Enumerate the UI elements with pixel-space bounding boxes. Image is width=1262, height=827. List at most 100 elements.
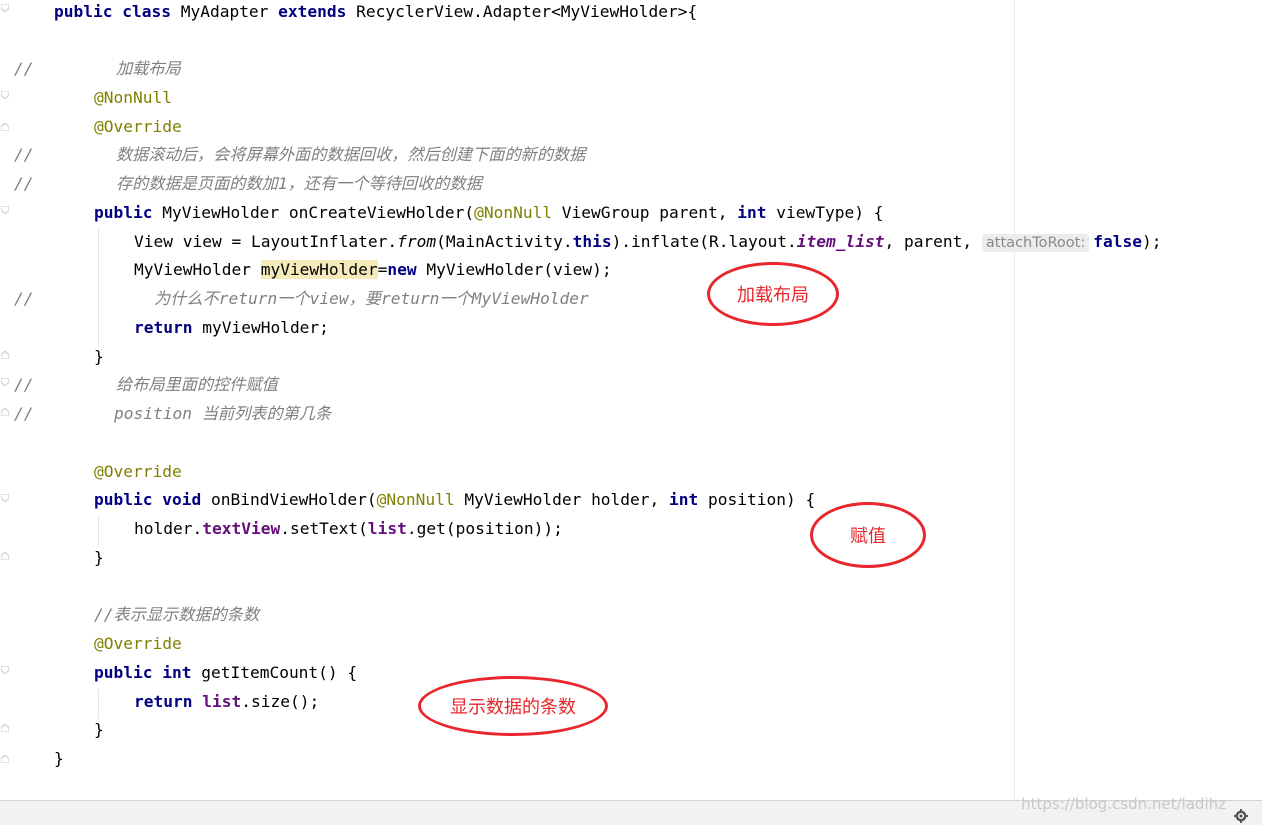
fold-marker-icon[interactable]	[1, 552, 9, 560]
code-line[interactable]: View view = LayoutInflater.from(MainActi…	[134, 230, 1161, 254]
field-name: list	[202, 692, 242, 711]
code-text: .setText(	[280, 519, 368, 538]
code-line[interactable]: holder.textView.setText(list.get(positio…	[134, 517, 563, 541]
code-line[interactable]: 给布局里面的控件赋值	[116, 373, 278, 397]
fold-marker-icon[interactable]	[1, 408, 9, 416]
code-text: }	[94, 347, 104, 366]
comment-slashes: //	[14, 59, 34, 78]
indent-guide	[98, 689, 99, 719]
code-text: MyViewHolder onCreateViewHolder(	[152, 203, 475, 222]
static-method: from	[397, 232, 437, 251]
fold-marker-icon[interactable]	[1, 351, 9, 359]
keyword: class	[122, 2, 171, 21]
code-text: .size();	[241, 692, 320, 711]
keyword: new	[387, 260, 417, 279]
code-text: ViewGroup parent,	[552, 203, 738, 222]
keyword: int	[737, 203, 767, 222]
code-line[interactable]: }	[94, 546, 104, 570]
code-text: MyViewHolder	[134, 260, 261, 279]
keyword: int	[162, 663, 192, 682]
annotation-callout-assign: 赋值	[810, 502, 926, 568]
code-text: position) {	[698, 490, 816, 509]
fold-marker-icon[interactable]	[1, 123, 9, 131]
code-line[interactable]: //	[14, 57, 34, 81]
code-text: View view = LayoutInflater.	[134, 232, 398, 251]
code-text: .get(position));	[406, 519, 563, 538]
code-line[interactable]: //	[14, 287, 34, 311]
static-field: item_list	[796, 232, 885, 251]
comment-text: 为什么不return一个view，要return一个MyViewHolder	[154, 289, 589, 308]
annotation: @Override	[94, 117, 182, 136]
code-line[interactable]: 加载布局	[116, 57, 181, 81]
comment-slashes: //	[14, 404, 34, 423]
fold-marker-icon[interactable]	[1, 666, 9, 674]
code-line[interactable]: //	[14, 373, 34, 397]
code-line[interactable]: position 当前列表的第几条	[114, 402, 331, 426]
code-text: myViewHolder;	[192, 318, 329, 337]
code-text: );	[1141, 232, 1162, 251]
editor-gutter	[0, 0, 13, 800]
code-line[interactable]: public void onBindViewHolder(@NonNull My…	[94, 488, 815, 512]
code-text: MyViewHolder holder,	[454, 490, 670, 509]
comment-text: 给布局里面的控件赋值	[116, 375, 278, 394]
code-text: holder.	[134, 519, 203, 538]
keyword: public	[94, 490, 153, 509]
fold-marker-icon[interactable]	[1, 206, 9, 214]
indent-guide	[98, 516, 99, 546]
callout-label: 加载布局	[737, 285, 809, 306]
code-text: =	[377, 260, 388, 279]
code-line[interactable]: 存的数据是页面的数加1，还有一个等待回收的数据	[116, 172, 482, 196]
fold-marker-icon[interactable]	[1, 755, 9, 763]
code-editor[interactable]: public class MyAdapter extends RecyclerV…	[0, 0, 1262, 800]
code-text: getItemCount() {	[191, 663, 358, 682]
code-line[interactable]: return myViewHolder;	[134, 316, 329, 340]
keyword: this	[572, 232, 612, 251]
code-line[interactable]: //	[14, 402, 34, 426]
code-text: }	[94, 548, 104, 567]
code-line[interactable]: }	[54, 747, 64, 771]
code-line[interactable]: @Override	[94, 460, 182, 484]
callout-label: 赋值	[850, 526, 886, 547]
keyword: int	[669, 490, 699, 509]
highlighted-variable[interactable]: myViewHolder	[260, 260, 378, 279]
comment-slashes: //	[14, 174, 34, 193]
code-text: MyViewHolder(view);	[416, 260, 612, 279]
code-line[interactable]: }	[94, 345, 104, 369]
fold-marker-icon[interactable]	[1, 91, 9, 99]
fold-marker-icon[interactable]	[1, 4, 9, 12]
code-line[interactable]: return list.size();	[134, 690, 319, 714]
code-line[interactable]: //表示显示数据的条数	[94, 603, 259, 627]
fold-marker-icon[interactable]	[1, 494, 9, 502]
gear-icon[interactable]	[1234, 808, 1248, 827]
code-line[interactable]: MyViewHolder myViewHolder=new MyViewHold…	[134, 258, 612, 282]
comment-slashes: //	[14, 145, 34, 164]
code-line[interactable]: public class MyAdapter extends RecyclerV…	[54, 0, 697, 24]
code-line[interactable]: public MyViewHolder onCreateViewHolder(@…	[94, 201, 883, 225]
code-text: onBindViewHolder(	[201, 490, 377, 509]
code-line[interactable]: @Override	[94, 115, 182, 139]
code-line[interactable]: }	[94, 718, 104, 742]
code-text: }	[54, 749, 64, 768]
comment-text: 数据滚动后，会将屏幕外面的数据回收，然后创建下面的新的数据	[116, 145, 586, 164]
code-text: , parent,	[884, 232, 982, 251]
annotation-callout-inflate: 加载布局	[707, 262, 839, 326]
code-line[interactable]: 数据滚动后，会将屏幕外面的数据回收，然后创建下面的新的数据	[116, 143, 585, 167]
comment-text: position 当前列表的第几条	[114, 404, 332, 423]
code-text: RecyclerView.Adapter<MyViewHolder>{	[346, 2, 698, 21]
code-line[interactable]: public int getItemCount() {	[94, 661, 357, 685]
code-text: viewType) {	[766, 203, 884, 222]
annotation: @NonNull	[94, 88, 172, 107]
code-line[interactable]: 为什么不return一个view，要return一个MyViewHolder	[154, 287, 589, 311]
keyword: return	[134, 318, 193, 337]
annotation: @Override	[94, 634, 182, 653]
fold-marker-icon[interactable]	[1, 724, 9, 732]
annotation: @NonNull	[376, 490, 455, 509]
keyword: extends	[278, 2, 347, 21]
code-line[interactable]: @Override	[94, 632, 182, 656]
fold-marker-icon[interactable]	[1, 378, 9, 386]
keyword: public	[94, 663, 153, 682]
field-name: textView	[202, 519, 281, 538]
code-line[interactable]: //	[14, 143, 34, 167]
code-line[interactable]: //	[14, 172, 34, 196]
code-line[interactable]: @NonNull	[94, 86, 172, 110]
